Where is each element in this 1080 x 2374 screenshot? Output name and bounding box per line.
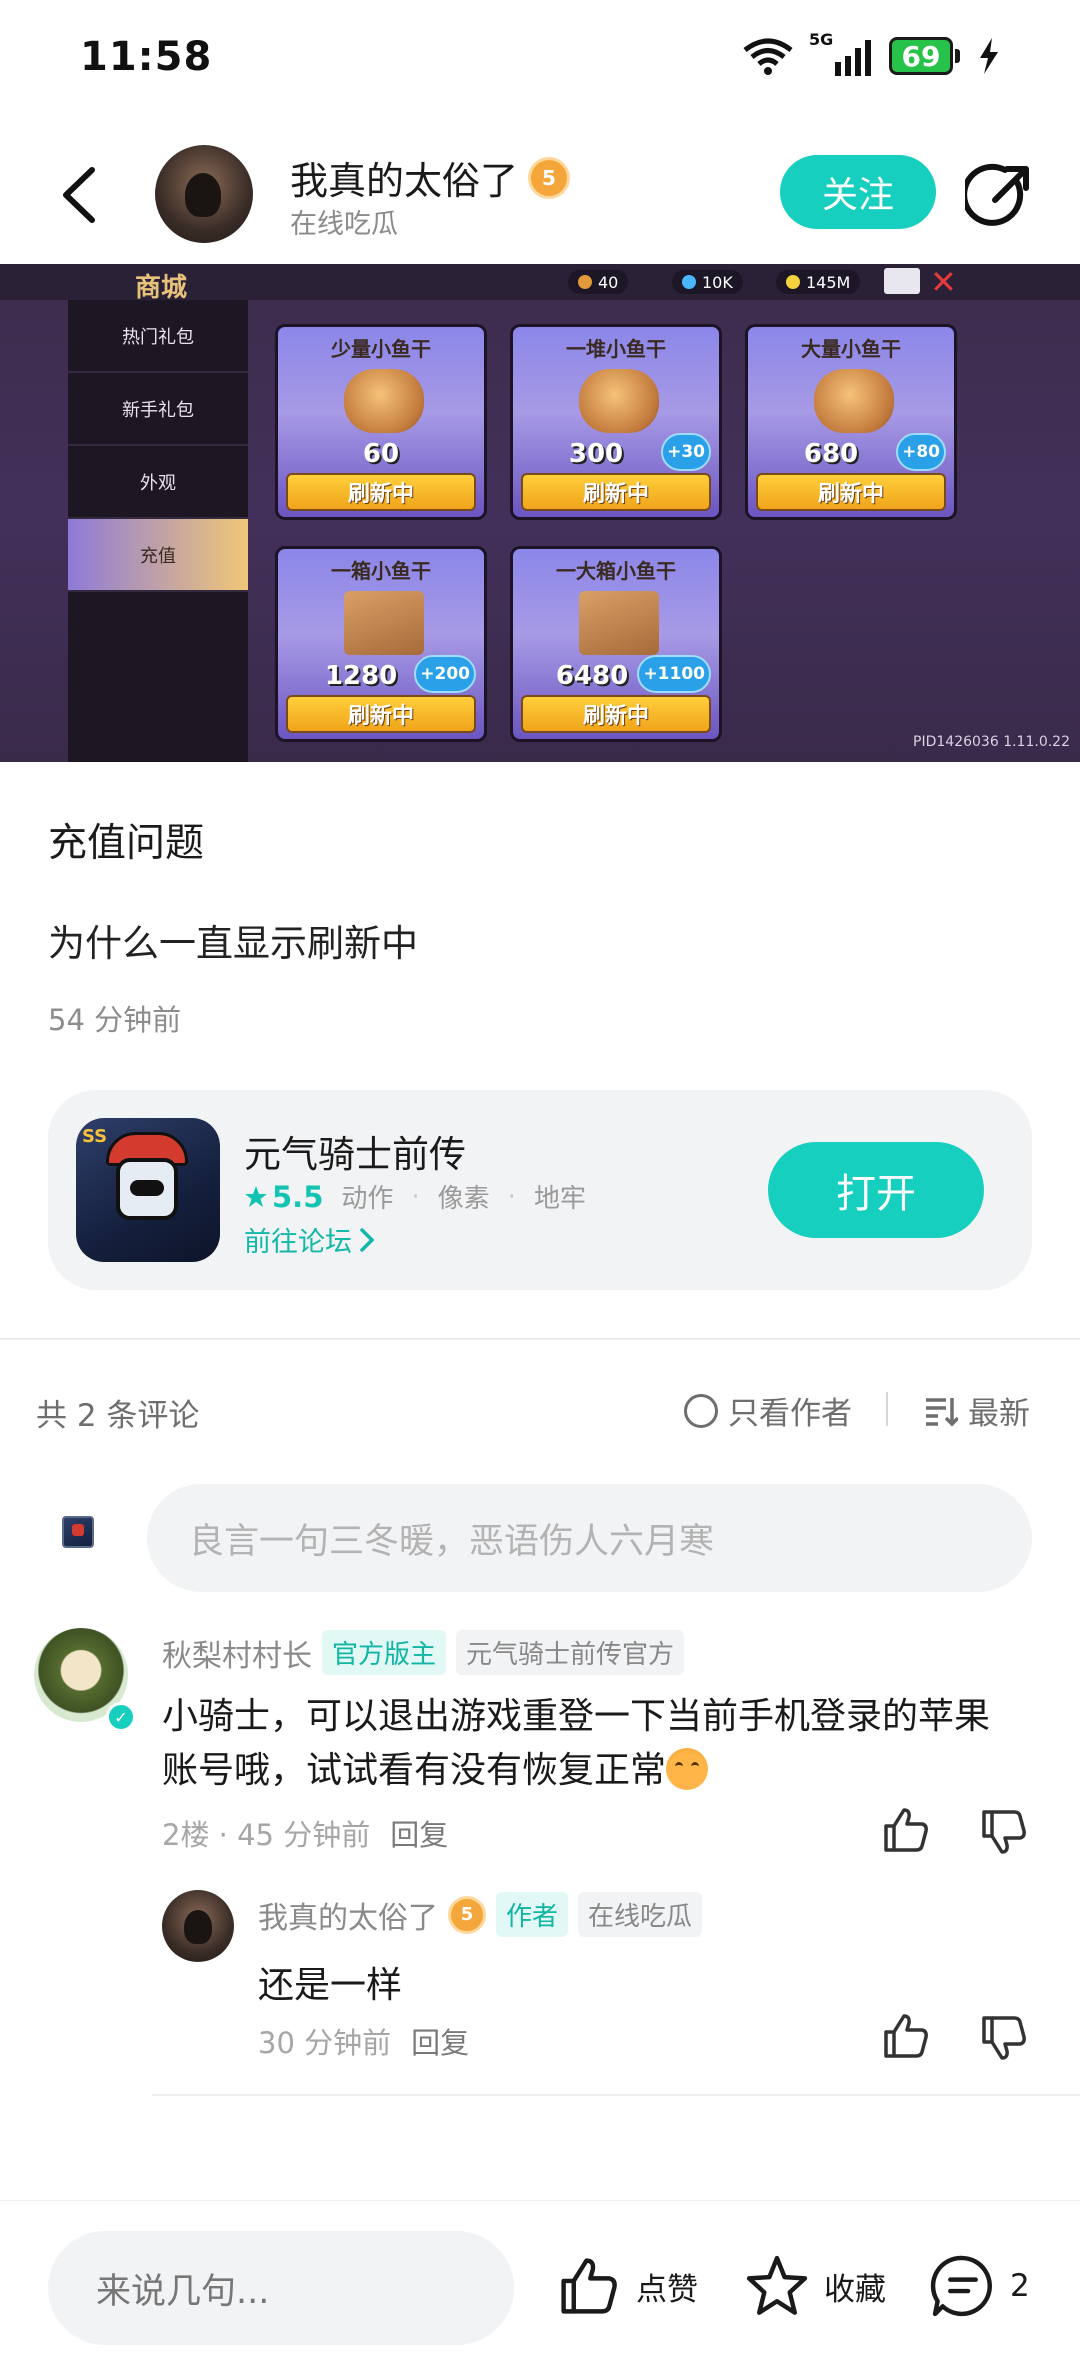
thumbs-up-icon[interactable] bbox=[880, 2010, 932, 2062]
shop-item: 一堆小鱼干 300 +30 刷新中 bbox=[510, 324, 722, 520]
shop-item: 一大箱小鱼干 6480 +1100 刷新中 bbox=[510, 546, 722, 742]
reply-avatar[interactable] bbox=[162, 1890, 234, 1962]
shop-tab: 新手礼包 bbox=[68, 373, 248, 446]
game-tag: 动作 bbox=[341, 1184, 394, 1214]
battery-level: 69 bbox=[889, 37, 953, 75]
game-icon: SS bbox=[76, 1118, 220, 1262]
star-icon bbox=[245, 1185, 267, 1207]
moderator-tag: 官方版主 bbox=[322, 1630, 447, 1675]
sort-toggle[interactable]: 最新 bbox=[924, 1388, 1030, 1433]
shop-item: 少量小鱼干 60 刷新中 bbox=[275, 324, 487, 520]
charging-icon bbox=[980, 38, 998, 74]
reply-time: 30 分钟前 bbox=[258, 2026, 392, 2060]
thumbs-down-icon[interactable] bbox=[978, 2012, 1030, 2064]
game-rating: 5.5 bbox=[244, 1180, 323, 1214]
comment-meta: 2楼 · 45 分钟前 回复 bbox=[162, 1812, 448, 1854]
currency-gem: 10K bbox=[672, 270, 743, 294]
game-meta: 5.5 动作 · 像素 · 地牢 bbox=[244, 1178, 586, 1215]
reply-button[interactable]: 回复 bbox=[411, 2020, 469, 2062]
forum-link[interactable]: 前往论坛 bbox=[244, 1220, 376, 1259]
section-divider bbox=[0, 1338, 1080, 1340]
reply-text: 还是一样 bbox=[258, 1965, 403, 2006]
sort-icon bbox=[926, 1397, 958, 1426]
org-tag: 元气骑士前传官方 bbox=[456, 1630, 685, 1675]
battery-icon: 69 bbox=[889, 36, 960, 76]
currency-gold: 145M bbox=[776, 270, 861, 294]
thumbs-up-icon[interactable] bbox=[880, 1804, 932, 1856]
bottom-action-bar: 来说几句... 点赞 收藏 2 bbox=[0, 2200, 1080, 2374]
like-button[interactable]: 点赞 bbox=[556, 2253, 698, 2319]
wifi-icon bbox=[743, 38, 793, 75]
status-time: 11:58 bbox=[80, 34, 213, 80]
level-badge: 5 bbox=[528, 156, 571, 199]
author-avatar[interactable] bbox=[155, 145, 253, 243]
game-tag: 像素 bbox=[437, 1184, 490, 1214]
chevron-right-icon bbox=[360, 1227, 375, 1252]
back-icon[interactable] bbox=[52, 160, 112, 230]
thumbs-down-icon[interactable] bbox=[978, 1806, 1030, 1858]
post-image[interactable]: 商城 40 10K 145M ✕ 热门礼包 新手礼包 外观 充值 少量小鱼干 6… bbox=[0, 264, 1080, 762]
reply-name-row: 我真的太俗了 5 作者 在线吃瓜 bbox=[258, 1892, 703, 1937]
close-icon: ✕ bbox=[930, 264, 957, 301]
game-card[interactable]: SS 元气骑士前传 5.5 动作 · 像素 · 地牢 前往论坛 打开 bbox=[48, 1090, 1032, 1290]
network-type: 5G bbox=[809, 30, 834, 49]
shop-title: 商城 bbox=[135, 273, 188, 303]
reply-meta: 30 分钟前 回复 bbox=[258, 2020, 469, 2062]
author-name-row[interactable]: 我真的太俗了 5 bbox=[290, 150, 571, 205]
open-game-button[interactable]: 打开 bbox=[768, 1142, 984, 1238]
author-name: 我真的太俗了 bbox=[290, 159, 519, 203]
favorite-button[interactable]: 收藏 bbox=[744, 2253, 886, 2319]
comment-count: 共 2 条评论 bbox=[36, 1398, 200, 1434]
shop-tab: 外观 bbox=[68, 446, 248, 519]
author-only-toggle[interactable]: 只看作者 bbox=[684, 1388, 852, 1433]
post-title: 充值问题 bbox=[48, 821, 205, 866]
status-tag: 在线吃瓜 bbox=[578, 1892, 703, 1937]
shop-tab: 热门礼包 bbox=[68, 300, 248, 373]
comment-text: 小骑士，可以退出游戏重登一下当前手机登录的苹果账号哦，试试看有没有恢复正常 bbox=[162, 1696, 991, 1791]
author-status: 在线吃瓜 bbox=[290, 209, 398, 240]
thumbs-up-icon bbox=[561, 2258, 617, 2314]
star-icon bbox=[746, 2255, 808, 2315]
post-time: 54 分钟前 bbox=[48, 1003, 182, 1037]
my-avatar bbox=[62, 1516, 94, 1548]
mail-icon bbox=[884, 268, 920, 294]
reply-button[interactable]: 回复 bbox=[390, 1812, 448, 1854]
header-separator bbox=[886, 1392, 888, 1426]
status-icons: 5G 69 bbox=[741, 30, 1000, 76]
verified-icon: ✓ bbox=[106, 1702, 136, 1732]
comments-button[interactable]: 2 bbox=[930, 2253, 1030, 2319]
commenter-name-row: 秋梨村村长 官方版主 元气骑士前传官方 bbox=[162, 1630, 685, 1675]
game-name: 元气骑士前传 bbox=[244, 1133, 466, 1176]
shop-tab-active: 充值 bbox=[68, 519, 248, 592]
commenter-name[interactable]: 秋梨村村长 bbox=[162, 1631, 312, 1675]
currency-fish: 40 bbox=[568, 270, 629, 294]
share-icon[interactable] bbox=[965, 160, 1035, 230]
post-body: 为什么一直显示刷新中 bbox=[48, 922, 418, 965]
comment-bubble-icon bbox=[930, 2255, 992, 2317]
reply-divider bbox=[152, 2094, 1080, 2096]
radio-icon bbox=[684, 1393, 718, 1428]
shop-item: 大量小鱼干 680 +80 刷新中 bbox=[745, 324, 957, 520]
reply-author-name[interactable]: 我真的太俗了 bbox=[258, 1893, 438, 1937]
comment-input[interactable]: 良言一句三冬暖，恶语伤人六月寒 bbox=[147, 1484, 1032, 1592]
smile-emoji-icon bbox=[666, 1748, 709, 1790]
post-header: 我真的太俗了 5 在线吃瓜 关注 bbox=[0, 130, 1080, 260]
shop-item: 一箱小鱼干 1280 +200 刷新中 bbox=[275, 546, 487, 742]
bottom-comment-input[interactable]: 来说几句... bbox=[48, 2231, 514, 2345]
follow-button[interactable]: 关注 bbox=[780, 155, 936, 229]
level-badge: 5 bbox=[448, 1895, 486, 1934]
build-id: PID1426036 1.11.0.22 bbox=[913, 734, 1070, 750]
signal-icon: 5G bbox=[809, 30, 871, 76]
game-tag: 地牢 bbox=[533, 1184, 586, 1214]
author-tag: 作者 bbox=[496, 1892, 569, 1937]
status-bar: 11:58 5G 69 bbox=[0, 0, 1080, 120]
comment-floor-time: 2楼 · 45 分钟前 bbox=[162, 1818, 371, 1852]
shop-sidebar: 热门礼包 新手礼包 外观 充值 bbox=[68, 300, 248, 762]
